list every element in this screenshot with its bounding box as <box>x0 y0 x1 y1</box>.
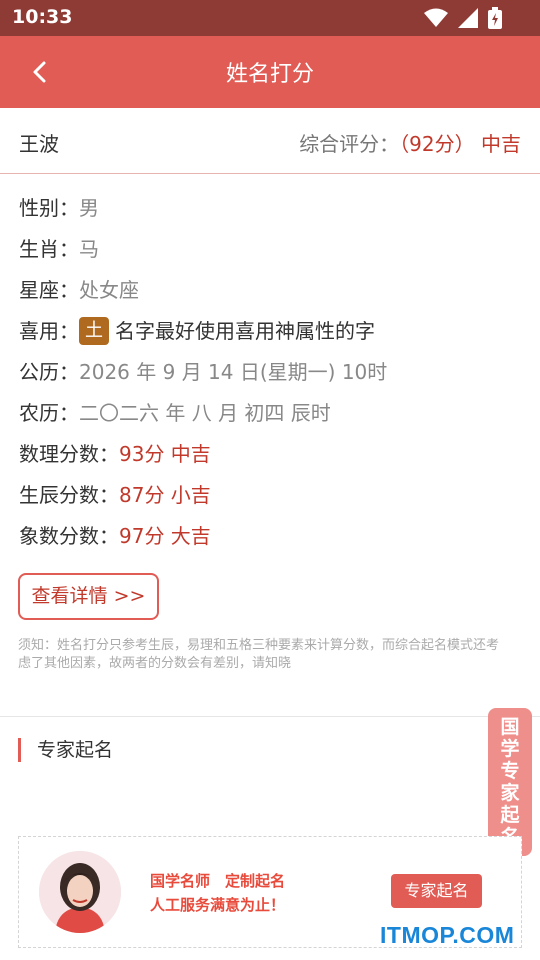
element-tag: 土 <box>79 317 109 345</box>
page-title: 姓名打分 <box>225 62 314 87</box>
info-row-constellation: 星座：处女座 <box>19 270 524 311</box>
constellation-value: 处女座 <box>79 278 139 302</box>
section-divider <box>0 716 540 717</box>
gender-label: 性别： <box>19 196 79 220</box>
person-name: 王波 <box>19 132 59 156</box>
overall-score-label: 综合评分： <box>299 132 400 156</box>
solar-label: 公历： <box>19 360 79 384</box>
overall-score-grade: 中吉 <box>481 132 521 156</box>
wifi-icon <box>424 8 448 27</box>
expert-naming-button[interactable]: 专家起名 <box>391 874 482 908</box>
floating-expert-badge[interactable]: 国 学 专 家 起 名 <box>488 708 532 856</box>
constellation-label: 星座： <box>19 278 79 302</box>
info-row-zodiac: 生肖：马 <box>19 229 524 270</box>
score-summary: 王波 综合评分：（92分） 中吉 <box>0 108 540 174</box>
badge-char: 国 <box>500 716 520 738</box>
info-row-lunar: 农历：二〇二六 年 八 月 初四 辰时 <box>19 393 524 434</box>
badge-char: 学 <box>500 738 520 760</box>
overall-score-value: （92分） <box>399 132 475 156</box>
expert-section-title: 专家起名 <box>18 738 113 762</box>
notice-text: 须知：姓名打分只参考生辰，易理和五格三种要素来计算分数，而综合起名模式还考虑了其… <box>18 638 500 671</box>
solar-value: 2026 年 9 月 14 日(星期一) 10时 <box>79 360 388 384</box>
info-row-favor: 喜用：土名字最好使用喜用神属性的字 <box>19 311 524 352</box>
badge-char: 专 <box>500 760 520 782</box>
info-row-solar: 公历：2026 年 9 月 14 日(星期一) 10时 <box>19 352 524 393</box>
badge-char: 家 <box>500 782 520 804</box>
view-details-button[interactable]: 查看详情 >> <box>18 573 159 620</box>
slogan-line-1: 国学名师 定制起名 <box>150 872 286 890</box>
zodiac-label: 生肖： <box>19 237 79 261</box>
lunar-label: 农历： <box>19 401 79 425</box>
birth-score-label: 生辰分数： <box>19 483 119 507</box>
person-avatar-icon <box>39 851 121 933</box>
battery-icon <box>488 7 502 29</box>
gender-value: 男 <box>79 196 99 220</box>
status-icons <box>424 7 502 29</box>
image-score-label: 象数分数： <box>19 524 119 548</box>
info-row-birth: 生辰分数：87分 小吉 <box>19 475 524 516</box>
math-score-label: 数理分数： <box>19 442 119 466</box>
image-score-value: 97分 大吉 <box>119 524 211 548</box>
slogan-line-2: 人工服务满意为止！ <box>150 896 286 914</box>
app-bar: 姓名打分 <box>0 36 540 108</box>
watermark-logo: ITMOP.COM <box>380 922 515 948</box>
info-row-math: 数理分数：93分 中吉 <box>19 434 524 475</box>
info-list: 性别：男 生肖：马 星座：处女座 喜用：土名字最好使用喜用神属性的字 公历：20… <box>19 188 524 557</box>
status-bar: 10:33 <box>0 0 540 36</box>
zodiac-value: 马 <box>79 237 99 261</box>
lunar-value: 二〇二六 年 八 月 初四 辰时 <box>79 401 331 425</box>
info-row-gender: 性别：男 <box>19 188 524 229</box>
signal-icon <box>458 8 478 28</box>
overall-score: 综合评分：（92分） 中吉 <box>299 128 521 157</box>
badge-char: 起 <box>500 804 520 826</box>
favor-text: 名字最好使用喜用神属性的字 <box>115 319 375 343</box>
expert-slogan: 国学名师 定制起名 人工服务满意为止！ <box>150 869 285 917</box>
status-time: 10:33 <box>12 6 73 28</box>
favor-label: 喜用： <box>19 319 79 343</box>
info-row-image: 象数分数：97分 大吉 <box>19 516 524 557</box>
birth-score-value: 87分 小吉 <box>119 483 211 507</box>
math-score-value: 93分 中吉 <box>119 442 211 466</box>
avatar <box>39 851 121 933</box>
